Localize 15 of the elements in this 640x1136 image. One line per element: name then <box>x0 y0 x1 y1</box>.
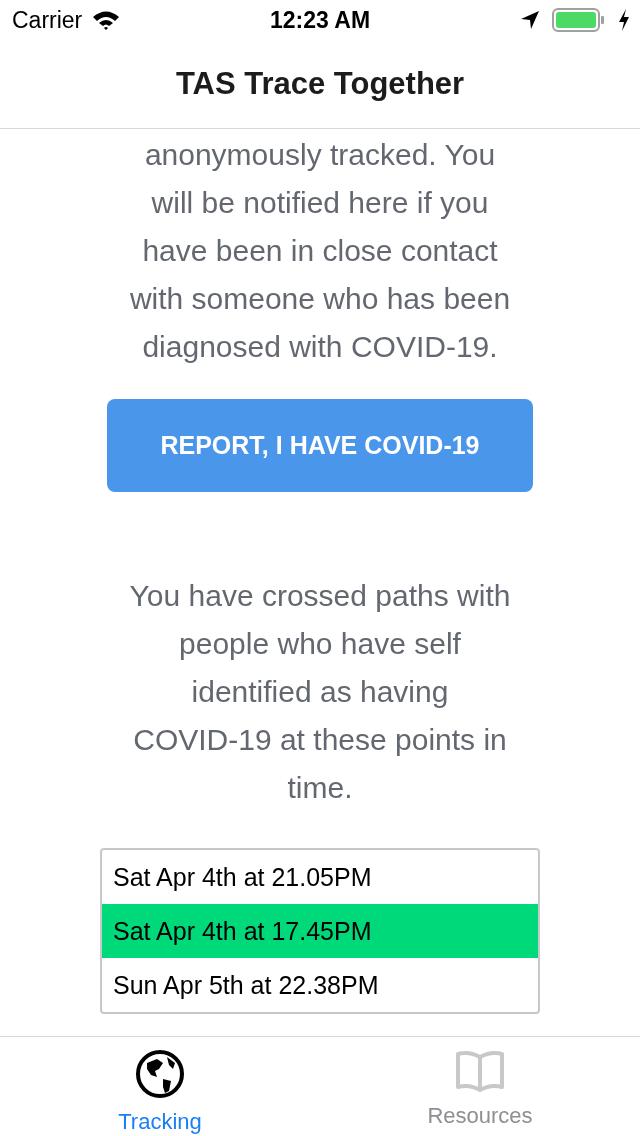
nav-title: TAS Trace Together <box>175 66 465 102</box>
book-icon <box>455 1049 505 1093</box>
globe-icon <box>135 1049 185 1099</box>
intro-text: anonymously tracked. You will be notified here if you have been in close contact with someone who has been diagnosed with COVID-19. <box>128 137 512 365</box>
crossed-paths-text: You have crossed paths with people who have self identified as having COVID-19 at these points in time. <box>128 578 512 806</box>
contact-time-row[interactable]: Sun Apr 5th at 22.38PM <box>102 958 538 1012</box>
location-arrow-icon <box>520 10 540 30</box>
contact-time-row[interactable]: Sat Apr 4th at 21.05PM <box>102 850 538 904</box>
wifi-icon <box>92 10 121 30</box>
status-time: 12:23 AM <box>269 6 371 33</box>
battery-icon <box>552 8 606 32</box>
contact-time-row[interactable]: Sat Apr 4th at 17.45PM <box>102 904 538 958</box>
charging-bolt-icon <box>618 9 630 31</box>
tab[interactable]: Tracking <box>0 1037 320 1136</box>
carrier-name: Carrier <box>12 6 83 34</box>
